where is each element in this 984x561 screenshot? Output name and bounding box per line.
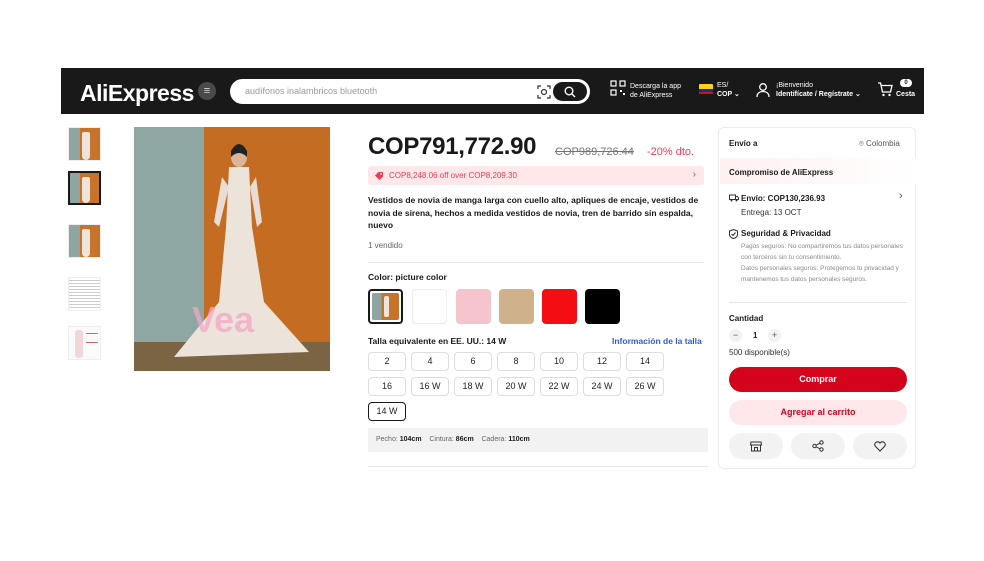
size-option[interactable]: 4 bbox=[411, 352, 449, 371]
download-app-link[interactable]: Descarga la app de AliExpress bbox=[630, 82, 681, 100]
size-option[interactable]: 16 bbox=[368, 377, 406, 396]
divider bbox=[368, 262, 704, 263]
gallery-thumbnail-size-chart[interactable] bbox=[68, 277, 101, 311]
quantity-label: Cantidad bbox=[729, 314, 764, 323]
user-icon[interactable] bbox=[756, 82, 770, 98]
coupon-banner[interactable]: COP8,248.06 off over COP8,209.30 › bbox=[368, 166, 704, 185]
security-data: Datos personales seguros: Protegemos tu … bbox=[741, 265, 899, 283]
account-link[interactable]: ¡Bienvenido Identifícate / Regístrate ⌄ bbox=[776, 81, 861, 99]
color-swatch-black[interactable] bbox=[585, 289, 620, 324]
heart-icon bbox=[874, 440, 886, 452]
colombia-flag-icon bbox=[699, 84, 713, 94]
coupon-tag-icon bbox=[375, 172, 383, 180]
size-option[interactable]: 24 W bbox=[583, 377, 621, 396]
size-option[interactable]: 14 bbox=[626, 352, 664, 371]
security-title: Seguridad & Privacidad bbox=[741, 229, 831, 238]
chevron-down-icon: ⌄ bbox=[854, 91, 861, 98]
share-button[interactable] bbox=[791, 433, 845, 459]
share-icon bbox=[812, 440, 824, 452]
coupon-text: COP8,248.06 off over COP8,209.30 bbox=[389, 171, 517, 180]
security-payments: Pagos seguros: No compartiremos tus dato… bbox=[741, 243, 903, 261]
truck-icon bbox=[729, 194, 739, 202]
ship-to-label: Envío a bbox=[729, 139, 758, 148]
chevron-right-icon: › bbox=[692, 169, 696, 180]
menu-icon[interactable]: ≡ bbox=[198, 82, 216, 100]
size-option[interactable]: 16 W bbox=[411, 377, 449, 396]
size-option[interactable]: 2 bbox=[368, 352, 406, 371]
size-option[interactable]: 10 bbox=[540, 352, 578, 371]
color-swatch-red[interactable] bbox=[542, 289, 577, 324]
quantity-decrease-button[interactable]: − bbox=[729, 329, 742, 342]
store-button[interactable] bbox=[729, 433, 783, 459]
discount-percentage: -20% dto. bbox=[647, 146, 695, 158]
available-stock: 500 disponible(s) bbox=[729, 348, 790, 357]
store-icon bbox=[750, 441, 762, 451]
language-currency-selector[interactable]: ES/ COP ⌄ bbox=[717, 81, 740, 99]
cart-count-badge: 0 bbox=[900, 79, 912, 87]
chevron-right-icon[interactable]: › bbox=[899, 190, 903, 202]
cart-icon[interactable] bbox=[877, 82, 893, 97]
watermark: Vea bbox=[192, 299, 255, 340]
size-option[interactable]: 18 W bbox=[454, 377, 492, 396]
current-price: COP791,772.90 bbox=[368, 133, 537, 160]
size-option[interactable]: 6 bbox=[454, 352, 492, 371]
size-info-link[interactable]: Información de la talla bbox=[612, 336, 702, 346]
size-option[interactable]: 26 W bbox=[626, 377, 664, 396]
top-header: AliExpress ≡ audífonos inalambricos blue… bbox=[61, 68, 924, 114]
color-swatch-pink[interactable] bbox=[456, 289, 491, 324]
chevron-down-icon: ⌄ bbox=[734, 91, 740, 98]
camera-search-icon[interactable] bbox=[537, 85, 551, 99]
search-bar: audífonos inalambricos bluetooth bbox=[230, 79, 590, 104]
add-to-cart-button[interactable]: Agregar al carrito bbox=[729, 400, 907, 425]
compromiso-title: Compromiso de AliExpress bbox=[729, 168, 834, 177]
shield-icon bbox=[729, 229, 738, 239]
gallery-thumbnail[interactable] bbox=[68, 224, 101, 258]
ship-country[interactable]: ⌾ Colombia bbox=[859, 139, 900, 149]
shipping-cost: Envío: COP130,236.93 bbox=[741, 194, 826, 203]
delivery-date: Entrega: 13 OCT bbox=[741, 208, 802, 217]
location-pin-icon: ⌾ bbox=[859, 139, 864, 148]
purchase-panel: Envío a ⌾ Colombia Compromiso de AliExpr… bbox=[718, 127, 916, 469]
divider bbox=[368, 466, 708, 467]
product-title: Vestidos de novia de manga larga con cue… bbox=[368, 195, 699, 230]
color-swatch-picture-color[interactable] bbox=[368, 289, 403, 324]
size-label: Talla equivalente en EE. UU.: 14 W bbox=[368, 336, 507, 346]
cart-label[interactable]: Cesta bbox=[896, 90, 915, 99]
size-option[interactable]: 12 bbox=[583, 352, 621, 371]
size-option-selected[interactable]: 14 W bbox=[368, 402, 406, 421]
color-swatch-white[interactable] bbox=[412, 289, 447, 324]
main-product-image[interactable]: Vea bbox=[134, 127, 330, 371]
gallery-thumbnail-selected[interactable] bbox=[68, 171, 101, 205]
size-option[interactable]: 22 W bbox=[540, 377, 578, 396]
divider bbox=[729, 302, 907, 303]
aliexpress-logo[interactable]: AliExpress bbox=[80, 80, 194, 107]
gallery-thumbnail[interactable] bbox=[68, 127, 101, 161]
bride-photo: Vea bbox=[134, 127, 330, 371]
size-option[interactable]: 20 W bbox=[497, 377, 535, 396]
size-option[interactable]: 8 bbox=[497, 352, 535, 371]
measurements-bar: Pecho: 104cm Cintura: 86cm Cadera: 110cm bbox=[368, 428, 708, 452]
wishlist-button[interactable] bbox=[853, 433, 907, 459]
search-icon bbox=[564, 86, 576, 97]
search-button[interactable] bbox=[553, 82, 587, 101]
qr-code-icon[interactable] bbox=[610, 80, 626, 96]
buy-now-button[interactable]: Comprar bbox=[729, 367, 907, 392]
gallery-thumbnail[interactable] bbox=[68, 326, 101, 360]
sold-count: 1 vendido bbox=[368, 241, 403, 250]
color-label: Color: picture color bbox=[368, 272, 447, 282]
search-input[interactable]: audífonos inalambricos bluetooth bbox=[245, 86, 377, 96]
original-price: COP989,726.44 bbox=[555, 146, 634, 158]
quantity-value[interactable]: 1 bbox=[753, 331, 757, 340]
color-swatch-champagne[interactable] bbox=[499, 289, 534, 324]
quantity-increase-button[interactable]: + bbox=[768, 329, 781, 342]
